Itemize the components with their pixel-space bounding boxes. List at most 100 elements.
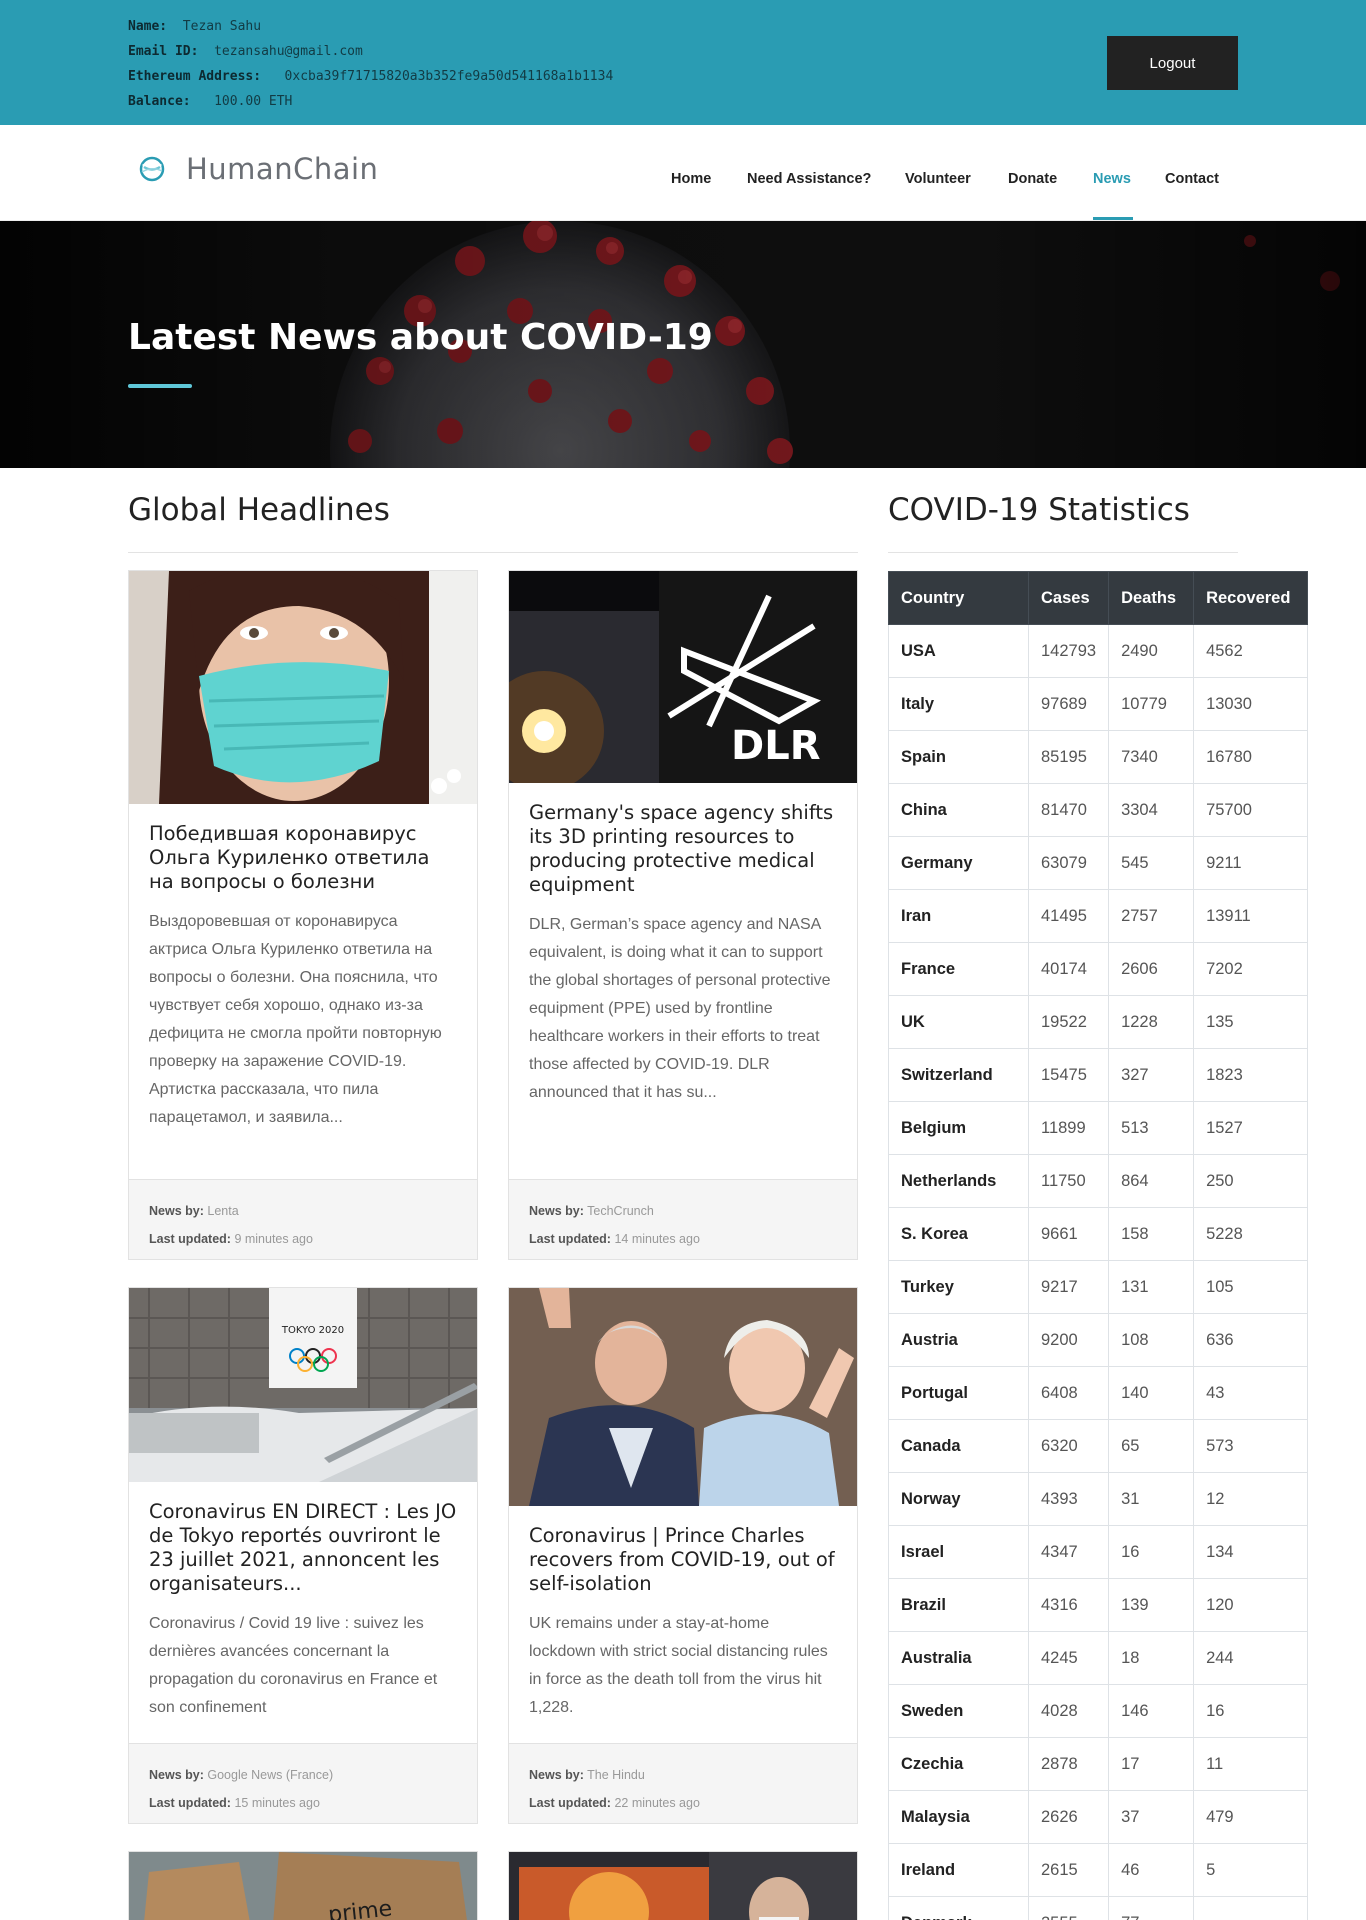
stats-divider xyxy=(888,552,1238,553)
cell-recovered: 13030 xyxy=(1193,677,1308,731)
cell-recovered xyxy=(1193,1896,1308,1920)
nav-news[interactable]: News xyxy=(1093,171,1131,187)
cell-country: Austria xyxy=(888,1313,1029,1367)
news-card[interactable]: prime xyxy=(128,1851,478,1920)
cell-country: Spain xyxy=(888,730,1029,784)
cell-cases: 4028 xyxy=(1027,1684,1110,1738)
table-row: Sweden 4028 146 16 xyxy=(888,1684,1308,1738)
cell-recovered: 5228 xyxy=(1193,1207,1308,1261)
cell-recovered: 1823 xyxy=(1193,1048,1308,1102)
cell-country: Netherlands xyxy=(888,1154,1029,1208)
cell-deaths: 10779 xyxy=(1108,677,1195,731)
news-card-title[interactable]: Germany's space agency shifts its 3D pri… xyxy=(529,801,837,897)
table-row: Denmark255577 xyxy=(888,1896,1308,1920)
eth-address: 0xcba39f71715820a3b352fe9a50d541168a1b11… xyxy=(284,69,614,84)
nav-volunteer[interactable]: Volunteer xyxy=(905,171,971,187)
cell-cases: 6408 xyxy=(1027,1366,1110,1420)
cell-country: Germany xyxy=(888,836,1029,890)
news-card-image xyxy=(509,1288,857,1506)
cell-recovered: 250 xyxy=(1193,1154,1308,1208)
table-row: Norway 4393 31 12 xyxy=(888,1472,1308,1526)
last-updated-label: Last updated: xyxy=(529,1232,611,1246)
news-card-footer: News by: Lenta Last updated: 9 minutes a… xyxy=(129,1179,477,1259)
table-row: USA 142793 2490 4562 xyxy=(888,624,1308,678)
header-deaths: Deaths xyxy=(1108,571,1195,625)
dlr-logo-text: DLR xyxy=(731,723,821,769)
cell-country: Denmark xyxy=(888,1896,1029,1920)
cell-recovered: 11 xyxy=(1193,1737,1308,1791)
cell-country: Turkey xyxy=(888,1260,1029,1314)
news-card-title[interactable]: Coronavirus EN DIRECT : Les JO de Tokyo … xyxy=(149,1500,457,1596)
news-card-text: DLR, German’s space agency and NASA equi… xyxy=(529,916,831,1101)
nav-need-assistance[interactable]: Need Assistance? xyxy=(747,171,871,187)
balance-value: 100.00 ETH xyxy=(214,94,293,109)
cell-deaths: 545 xyxy=(1108,836,1195,890)
cell-cases: 2626 xyxy=(1027,1790,1110,1844)
cell-deaths: 37 xyxy=(1108,1790,1195,1844)
news-card[interactable]: TOKYO 2020 Coronavirus EN DIRECT : Les J… xyxy=(128,1287,478,1824)
cell-deaths: 139 xyxy=(1108,1578,1195,1632)
news-card-title[interactable]: Победившая коронавирус Ольга Куриленко о… xyxy=(149,822,457,894)
news-by-label: News by: xyxy=(529,1204,584,1218)
cell-cases: 4347 xyxy=(1027,1525,1110,1579)
cell-recovered: 636 xyxy=(1193,1313,1308,1367)
news-card[interactable]: DLR Germany's space agency shifts its 3D… xyxy=(508,570,858,1260)
news-card-image: DLR xyxy=(509,571,857,783)
table-row: Germany 63079 545 9211 xyxy=(888,836,1308,890)
cell-country: France xyxy=(888,942,1029,996)
table-row: S. Korea 9661 158 5228 xyxy=(888,1207,1308,1261)
header-cases: Cases xyxy=(1027,571,1110,625)
nav-contact[interactable]: Contact xyxy=(1165,171,1219,187)
news-card-image: prime xyxy=(129,1852,477,1920)
cell-cases: 9217 xyxy=(1027,1260,1110,1314)
news-card-image: TOKYO 2020 xyxy=(129,1288,477,1482)
last-updated-label: Last updated: xyxy=(149,1232,231,1246)
stats-body: USA 142793 2490 4562 Italy 97689 10779 13030 Spa… xyxy=(888,624,1308,1920)
cell-cases: 19522 xyxy=(1027,995,1110,1049)
cell-deaths: 131 xyxy=(1108,1260,1195,1314)
cell-country: Sweden xyxy=(888,1684,1029,1738)
cell-deaths: 108 xyxy=(1108,1313,1195,1367)
news-card-text: Coronavirus / Covid 19 live : suivez les… xyxy=(149,1615,438,1716)
news-card-title[interactable]: Coronavirus | Prince Charles recovers fr… xyxy=(529,1524,837,1596)
table-row: Malaysia 2626 37 479 xyxy=(888,1790,1308,1844)
news-updated: 9 minutes ago xyxy=(234,1232,313,1246)
nav-menu: Home Need Assistance? Volunteer Donate N… xyxy=(0,125,1366,221)
news-card-text: Выздоровевшая от коронавируса актриса Ол… xyxy=(149,913,442,1126)
table-row: Iran 41495 2757 13911 xyxy=(888,889,1308,943)
cell-recovered: 9211 xyxy=(1193,836,1308,890)
cell-cases: 97689 xyxy=(1027,677,1110,731)
table-row: Australia 4245 18 244 xyxy=(888,1631,1308,1685)
last-updated-label: Last updated: xyxy=(529,1796,611,1810)
cell-deaths: 146 xyxy=(1108,1684,1195,1738)
news-card[interactable] xyxy=(508,1851,858,1920)
news-source: The Hindu xyxy=(587,1768,645,1782)
cell-cases: 15475 xyxy=(1027,1048,1110,1102)
cell-country: Switzerland xyxy=(888,1048,1029,1102)
cell-cases: 142793 xyxy=(1027,624,1110,678)
balance-label: Balance: xyxy=(128,94,191,109)
logout-button[interactable]: Logout xyxy=(1107,36,1238,90)
cell-recovered: 43 xyxy=(1193,1366,1308,1420)
news-updated: 14 minutes ago xyxy=(614,1232,700,1246)
cell-recovered: 5 xyxy=(1193,1843,1308,1897)
cell-deaths: 2606 xyxy=(1108,942,1195,996)
nav-donate[interactable]: Donate xyxy=(1008,171,1057,187)
cell-country: USA xyxy=(888,624,1029,678)
main-navbar: HumanChain Home Need Assistance? Volunte… xyxy=(0,125,1366,221)
cell-country: Brazil xyxy=(888,1578,1029,1632)
cell-deaths: 3304 xyxy=(1108,783,1195,837)
news-card[interactable]: Coronavirus | Prince Charles recovers fr… xyxy=(508,1287,858,1824)
cell-cases: 9661 xyxy=(1027,1207,1110,1261)
cell-country: Norway xyxy=(888,1472,1029,1526)
hero-accent-line xyxy=(128,384,192,388)
news-card[interactable]: Победившая коронавирус Ольга Куриленко о… xyxy=(128,570,478,1260)
cell-country: Australia xyxy=(888,1631,1029,1685)
nav-home[interactable]: Home xyxy=(671,171,711,187)
tokyo-2020-text: TOKYO 2020 xyxy=(281,1325,344,1336)
cell-cases: 11750 xyxy=(1027,1154,1110,1208)
stats-header-row: Country Cases Deaths Recovered xyxy=(888,571,1308,625)
cell-country: Malaysia xyxy=(888,1790,1029,1844)
cell-cases: 4245 xyxy=(1027,1631,1110,1685)
cell-recovered: 1527 xyxy=(1193,1101,1308,1155)
